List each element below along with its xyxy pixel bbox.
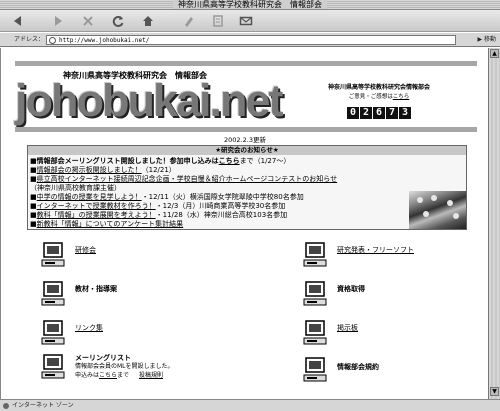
news-item: ■県立高校インターネット接続周辺記念企画・学校自慢＆紹介ホームページコンテストの… xyxy=(30,175,338,183)
mailing-list-signup: 申込みはこちらまで 投稿規則 xyxy=(75,372,163,379)
history-button[interactable] xyxy=(208,12,228,30)
forward-button[interactable] xyxy=(48,12,68,30)
globe-icon xyxy=(49,37,56,44)
url-text: http://www.johobukai.net/ xyxy=(59,37,150,44)
window-titlebar[interactable]: 神奈川県高等学校教科研究会 情報部会 xyxy=(0,0,500,10)
counter-org-name: 神奈川県高等学校教科研究会情報部会 xyxy=(327,84,430,91)
news-item: （神奈川県高校教育課主催） xyxy=(30,184,121,192)
url-input[interactable]: http://www.johobukai.net/ xyxy=(46,35,456,45)
classroom-photo xyxy=(409,191,466,229)
news-list: ■情報部会メーリングリスト開設しました！参加申し込みはこちらまで（1/27～） … xyxy=(30,157,410,229)
news-link[interactable]: 県立高校インターネット接続周辺記念企画・学校自慢＆紹介ホームページコンテストのお… xyxy=(37,175,338,183)
counter-digit: 2 xyxy=(360,107,372,119)
news-link[interactable]: 中学の情報の授業を見学しよう！ xyxy=(37,193,142,201)
counter-digit: 7 xyxy=(386,107,398,119)
reload-icon xyxy=(112,16,124,27)
favorites-button[interactable] xyxy=(178,12,198,30)
scroll-down-icon[interactable]: ▼ xyxy=(490,387,499,396)
menu-label[interactable]: メーリングリスト xyxy=(75,353,131,363)
access-counter: 0 2 6 7 3 xyxy=(347,107,411,119)
scroll-up-icon[interactable]: ▲ xyxy=(490,49,499,58)
computer-icon xyxy=(41,354,65,379)
news-link[interactable]: 教科「情報」の授業展開を考えよう！ xyxy=(37,211,156,219)
vertical-scrollbar[interactable]: ▲ ▼ xyxy=(488,48,500,399)
site-logo: johobukai.net xyxy=(15,75,283,126)
go-button[interactable]: ▶ 移動 xyxy=(462,35,496,45)
menu-label[interactable]: 研究発表・フリーソフト xyxy=(337,245,414,255)
menu-label[interactable]: 資格取得 xyxy=(337,284,365,294)
counter-digit: 0 xyxy=(347,107,359,119)
mailing-list-signup-link[interactable]: こちら xyxy=(99,372,117,379)
news-item: ■情報部会の掲示板開設しました！（12/21） xyxy=(30,166,176,174)
menu-label[interactable]: 掲示板 xyxy=(337,323,358,333)
news-link[interactable]: インターネットで授業教材を作ろう！ xyxy=(37,202,156,210)
history-icon xyxy=(213,15,223,27)
back-icon xyxy=(14,16,21,26)
internet-zone-icon xyxy=(3,403,9,409)
header-divider-top xyxy=(15,61,477,66)
computer-icon xyxy=(303,320,327,345)
feedback-line: ご意見・ご感想はこちら xyxy=(348,94,410,100)
news-item: ■情報部会メーリングリスト開設しました！参加申し込みはこちらまで（1/27～） xyxy=(30,157,291,165)
menu-label[interactable]: 研修会 xyxy=(75,245,96,255)
news-link[interactable]: 新教科「情報」についてのアンケート集計結果 xyxy=(37,220,184,228)
news-box: ★研究会のお知らせ★ ■情報部会メーリングリスト開設しました！参加申し込みはこち… xyxy=(27,145,467,230)
home-button[interactable] xyxy=(138,12,158,30)
posting-rules-link[interactable]: 投稿規則 xyxy=(139,372,163,379)
status-text: インターネット ゾーン xyxy=(12,402,74,409)
news-item: ■教科「情報」の授業展開を考えよう！・11/28（水）神奈川総合高校103名参加 xyxy=(30,211,288,219)
counter-digit: 3 xyxy=(399,107,411,119)
news-item: ■新教科「情報」についてのアンケート集計結果 xyxy=(30,220,184,228)
menu-label[interactable]: リンク集 xyxy=(75,323,103,333)
reload-button[interactable] xyxy=(108,12,128,30)
window-title: 神奈川県高等学校教科研究会 情報部会 xyxy=(173,0,327,9)
access-counter-box: 神奈川県高等学校教科研究会情報部会 ご意見・ご感想はこちら 0 2 6 7 3 xyxy=(314,82,444,119)
counter-digit: 6 xyxy=(373,107,385,119)
news-item: ■中学の情報の授業を見学しよう！・12/11（火）横浜国際女学院翠陵中学校80名… xyxy=(30,193,304,201)
stop-icon xyxy=(83,16,93,26)
back-button[interactable] xyxy=(8,12,28,30)
favorites-icon xyxy=(185,17,193,27)
browser-toolbar xyxy=(0,10,500,32)
stop-button[interactable] xyxy=(78,12,98,30)
header-divider-bottom xyxy=(15,127,477,132)
computer-icon xyxy=(41,281,65,306)
menu-label[interactable]: 教材・指導案 xyxy=(75,284,117,294)
web-page: 神奈川県高等学校教科研究会 情報部会 johobukai.net 神奈川県高等学… xyxy=(0,48,488,399)
mail-icon xyxy=(239,16,253,26)
status-bar: インターネット ゾーン xyxy=(0,399,500,411)
computer-icon xyxy=(41,320,65,345)
address-label: アドレス： xyxy=(14,36,45,43)
news-item: ■インターネットで授業教材を作ろう！・12/3（月）川崎商業高等学校30名参加 xyxy=(30,202,286,210)
updated-date: 2002.2.3更新 xyxy=(224,136,266,144)
forward-icon xyxy=(55,16,62,26)
menu-label[interactable]: 情報部会規約 xyxy=(337,362,379,372)
computer-icon xyxy=(41,242,65,267)
home-icon xyxy=(143,16,153,26)
mailing-list-note: 情報部会会員のMLを開設しました。 xyxy=(75,363,174,370)
computer-icon xyxy=(303,281,327,306)
news-link[interactable]: こちら xyxy=(219,157,240,165)
computer-icon xyxy=(303,357,327,382)
mail-button[interactable] xyxy=(236,12,256,30)
address-bar: アドレス： http://www.johobukai.net/ ▶ 移動 xyxy=(0,33,500,47)
feedback-link[interactable]: こちら xyxy=(393,94,410,100)
computer-icon xyxy=(303,242,327,267)
news-link[interactable]: 情報部会の掲示板開設しました！ xyxy=(37,166,142,174)
news-heading: ★研究会のお知らせ★ xyxy=(28,146,466,155)
